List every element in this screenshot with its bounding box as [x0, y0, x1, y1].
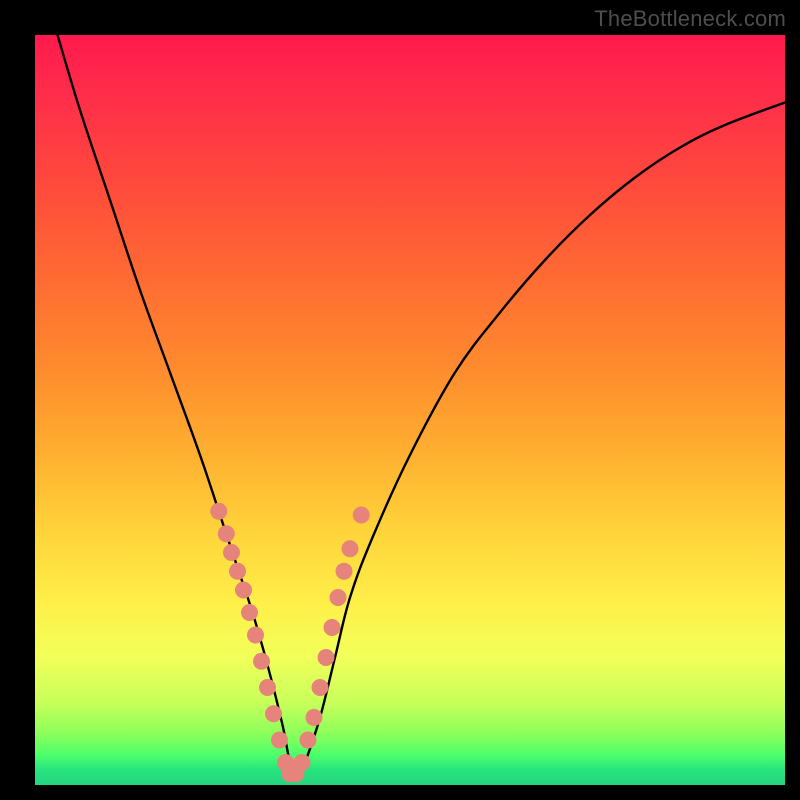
marker-group — [210, 503, 370, 783]
plot-area — [35, 35, 785, 785]
data-marker — [336, 563, 353, 580]
data-marker — [235, 582, 252, 599]
data-marker — [324, 619, 341, 636]
data-marker — [300, 732, 317, 749]
data-marker — [353, 507, 370, 524]
data-marker — [265, 705, 282, 722]
curve-layer — [35, 35, 785, 785]
data-marker — [253, 653, 270, 670]
data-marker — [218, 525, 235, 542]
watermark-text: TheBottleneck.com — [594, 6, 786, 32]
data-marker — [271, 732, 288, 749]
data-marker — [223, 544, 240, 561]
data-marker — [259, 679, 276, 696]
data-marker — [342, 540, 359, 557]
data-marker — [318, 649, 335, 666]
data-marker — [229, 563, 246, 580]
chart-frame: TheBottleneck.com — [0, 0, 800, 800]
data-marker — [247, 627, 264, 644]
data-marker — [294, 754, 311, 771]
data-marker — [241, 604, 258, 621]
data-marker — [210, 503, 227, 520]
data-marker — [330, 589, 347, 606]
data-marker — [306, 709, 323, 726]
bottleneck-curve — [58, 35, 786, 778]
data-marker — [312, 679, 329, 696]
